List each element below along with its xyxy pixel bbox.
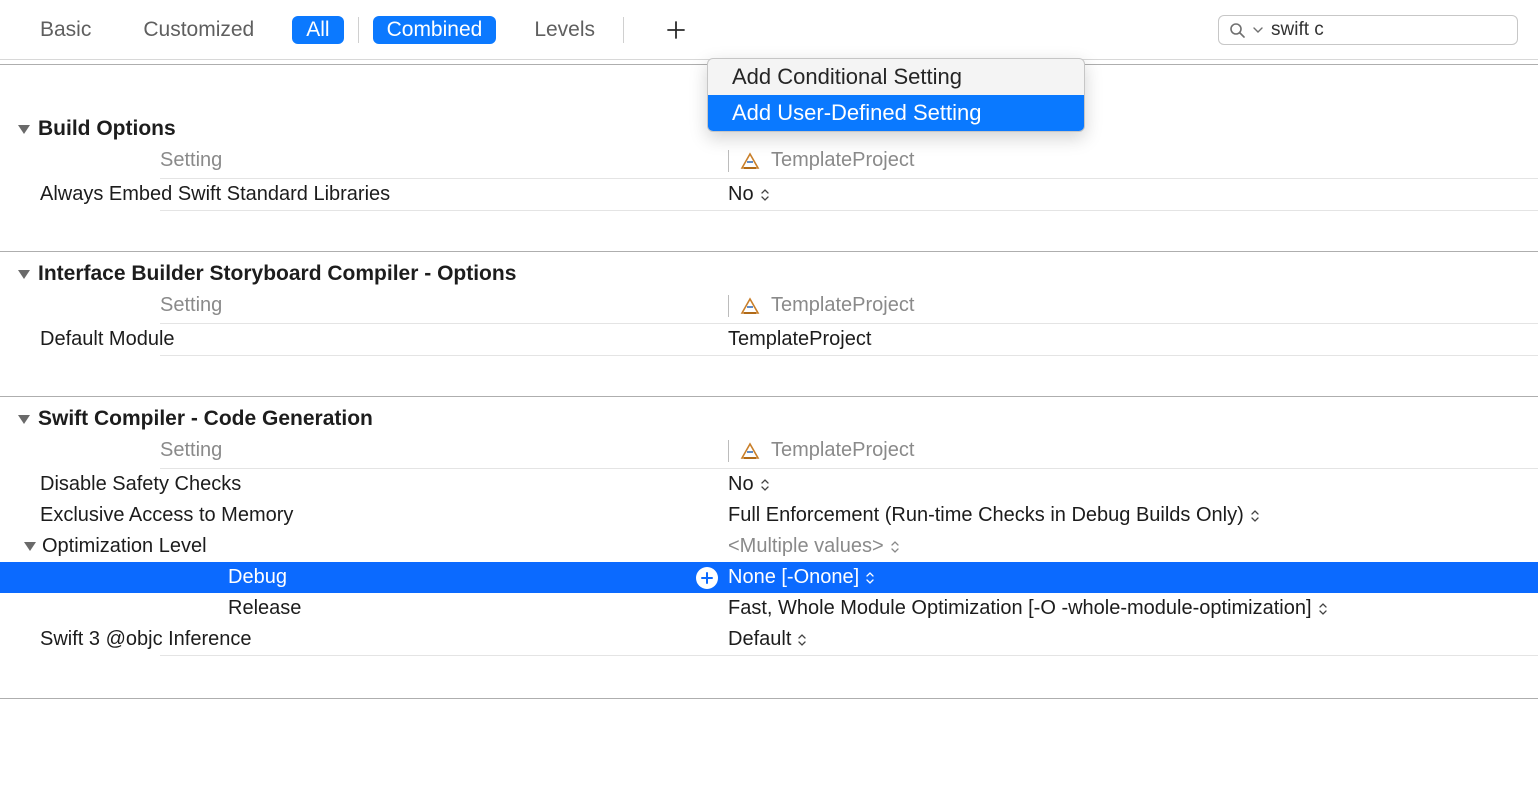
filter-segment-scope: Basic Customized All bbox=[26, 14, 344, 46]
build-settings-content: Build Options Setting TemplateProject Al… bbox=[0, 64, 1538, 699]
setting-row-disable-safety-checks[interactable]: Disable Safety Checks No bbox=[0, 469, 1538, 500]
setting-label: Swift 3 @objc Inference bbox=[40, 628, 252, 651]
section-ib-compiler: Interface Builder Storyboard Compiler - … bbox=[0, 251, 1538, 356]
toolbar-divider bbox=[623, 17, 624, 43]
section-swift-codegen: Swift Compiler - Code Generation Setting… bbox=[0, 396, 1538, 656]
filter-all[interactable]: All bbox=[292, 16, 343, 44]
filter-combined[interactable]: Combined bbox=[373, 16, 497, 44]
search-scope-chevron-icon[interactable] bbox=[1253, 25, 1263, 35]
search-input[interactable] bbox=[1271, 19, 1516, 41]
column-setting-label: Setting bbox=[160, 149, 222, 171]
setting-label: Debug bbox=[228, 566, 287, 589]
setting-value[interactable]: <Multiple values> bbox=[728, 535, 884, 558]
column-headers: Setting TemplateProject bbox=[0, 141, 1538, 178]
disclosure-triangle-icon bbox=[18, 125, 30, 134]
add-setting-button[interactable] bbox=[658, 20, 694, 40]
toolbar-divider bbox=[358, 17, 359, 43]
column-divider bbox=[728, 440, 729, 462]
project-icon bbox=[739, 295, 761, 317]
setting-value[interactable]: No bbox=[728, 183, 754, 206]
section-title: Build Options bbox=[38, 117, 176, 141]
section-header-swift-codegen[interactable]: Swift Compiler - Code Generation bbox=[0, 397, 1538, 431]
updown-stepper-icon[interactable] bbox=[797, 633, 807, 647]
setting-row-optimization-release[interactable]: Release Fast, Whole Module Optimization … bbox=[0, 593, 1538, 624]
setting-row-default-module[interactable]: Default Module TemplateProject bbox=[0, 324, 1538, 355]
project-icon bbox=[739, 440, 761, 462]
setting-label: Release bbox=[228, 597, 301, 620]
updown-stepper-icon[interactable] bbox=[865, 571, 875, 585]
updown-stepper-icon[interactable] bbox=[760, 478, 770, 492]
section-header-ib-compiler[interactable]: Interface Builder Storyboard Compiler - … bbox=[0, 252, 1538, 286]
setting-row-swift3-objc-inference[interactable]: Swift 3 @objc Inference Default bbox=[0, 624, 1538, 655]
setting-value[interactable]: TemplateProject bbox=[728, 328, 871, 351]
setting-label: Optimization Level bbox=[42, 535, 207, 558]
setting-value[interactable]: Fast, Whole Module Optimization [-O -who… bbox=[728, 597, 1312, 620]
column-headers: Setting TemplateProject bbox=[0, 286, 1538, 323]
updown-stepper-icon[interactable] bbox=[1250, 509, 1260, 523]
setting-value[interactable]: Full Enforcement (Run-time Checks in Deb… bbox=[728, 504, 1244, 527]
filter-segment-view: Combined Levels bbox=[373, 14, 609, 46]
add-setting-menu: Add Conditional Setting Add User-Defined… bbox=[707, 58, 1085, 132]
setting-value[interactable]: None [-Onone] bbox=[728, 566, 859, 589]
setting-row-always-embed-swift[interactable]: Always Embed Swift Standard Libraries No bbox=[0, 179, 1538, 210]
search-field[interactable] bbox=[1218, 15, 1518, 45]
column-divider bbox=[728, 295, 729, 317]
setting-row-optimization-level[interactable]: Optimization Level <Multiple values> bbox=[0, 531, 1538, 562]
filter-customized[interactable]: Customized bbox=[129, 14, 268, 46]
setting-value[interactable]: Default bbox=[728, 628, 791, 651]
setting-label: Always Embed Swift Standard Libraries bbox=[40, 183, 390, 206]
column-setting-label: Setting bbox=[160, 439, 222, 461]
menu-add-user-defined-setting[interactable]: Add User-Defined Setting bbox=[708, 95, 1084, 131]
setting-value[interactable]: No bbox=[728, 473, 754, 496]
setting-row-optimization-debug[interactable]: Debug None [-Onone] bbox=[0, 562, 1538, 593]
project-icon bbox=[739, 150, 761, 172]
disclosure-triangle-icon[interactable] bbox=[24, 542, 36, 551]
column-project-label: TemplateProject bbox=[771, 439, 914, 462]
build-settings-toolbar: Basic Customized All Combined Levels bbox=[0, 0, 1538, 60]
menu-add-conditional-setting[interactable]: Add Conditional Setting bbox=[708, 59, 1084, 95]
filter-basic[interactable]: Basic bbox=[26, 14, 105, 46]
setting-row-exclusive-access[interactable]: Exclusive Access to Memory Full Enforcem… bbox=[0, 500, 1538, 531]
column-setting-label: Setting bbox=[160, 294, 222, 316]
column-project-label: TemplateProject bbox=[771, 149, 914, 172]
bottom-separator bbox=[0, 698, 1538, 699]
filter-levels[interactable]: Levels bbox=[520, 14, 609, 46]
column-headers: Setting TemplateProject bbox=[0, 431, 1538, 468]
updown-stepper-icon[interactable] bbox=[1318, 602, 1328, 616]
setting-label: Exclusive Access to Memory bbox=[40, 504, 293, 527]
disclosure-triangle-icon bbox=[18, 415, 30, 424]
setting-label: Default Module bbox=[40, 328, 175, 351]
search-icon bbox=[1229, 22, 1245, 38]
disclosure-triangle-icon bbox=[18, 270, 30, 279]
add-conditional-icon[interactable] bbox=[696, 567, 718, 589]
column-divider bbox=[728, 150, 729, 172]
updown-stepper-icon[interactable] bbox=[760, 188, 770, 202]
column-project-label: TemplateProject bbox=[771, 294, 914, 317]
updown-stepper-icon[interactable] bbox=[890, 540, 900, 554]
setting-label: Disable Safety Checks bbox=[40, 473, 241, 496]
section-title: Interface Builder Storyboard Compiler - … bbox=[38, 262, 516, 286]
section-title: Swift Compiler - Code Generation bbox=[38, 407, 373, 431]
